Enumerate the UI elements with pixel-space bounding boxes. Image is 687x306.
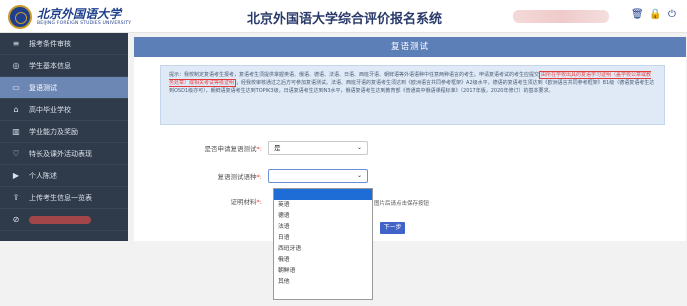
sidebar-item-activities[interactable]: ♡ 特长及课外活动表现 [0, 143, 128, 165]
user-icon: ◎ [12, 60, 20, 70]
redacted-label [29, 215, 91, 224]
trash-icon[interactable]: 🗑 [631, 9, 644, 21]
user-info-redacted [513, 10, 609, 23]
heart-icon: ♡ [12, 148, 20, 158]
graduation-cap-icon: ⌂ [13, 104, 19, 114]
notice-text-1: 提示：我校制定复语考生报考，复语考生须提供掌握英语、俄语、德语、法语、日语、西班… [169, 72, 540, 78]
chevron-down-icon: ⌄ [356, 172, 362, 179]
next-button[interactable]: 下一步 [380, 222, 405, 234]
sidebar-item-label: 特长及课外活动表现 [29, 149, 92, 158]
proof-material-label: 证明材料 [230, 198, 257, 206]
dropdown-option[interactable]: 朝鲜语 [274, 266, 372, 277]
sidebar-item-redacted[interactable]: ⊘ [0, 209, 128, 231]
check-circle-icon: ⊘ [12, 214, 20, 224]
top-header: 北京外国语大学 BEIJING FOREIGN STUDIES UNIVERSI… [0, 0, 687, 33]
dropdown-option[interactable]: 英语 [274, 200, 372, 211]
video-icon: ▶ [12, 170, 20, 180]
page-title: 复语测试 [134, 37, 686, 57]
sidebar-item-label: 学生基本信息 [29, 61, 71, 70]
power-icon[interactable]: ⏻ [667, 9, 677, 21]
notice-text-1-tail: ，经我校审核通过之后方可参加复语测试。 [236, 80, 332, 87]
proof-material-row: 证明材料*: [158, 196, 268, 206]
list-icon: ≡ [12, 38, 20, 48]
sidebar-item-upload-summary[interactable]: ⇪ 上传考生信息一览表 [0, 187, 128, 209]
sidebar-item-label: 报考条件审核 [29, 39, 71, 48]
sidebar-item-label: 学业能力及奖励 [29, 127, 78, 136]
sidebar-item-student-info[interactable]: ◎ 学生基本信息 [0, 55, 128, 77]
sidebar-item-label: 复语测试 [29, 83, 57, 92]
required-mark: *: [256, 198, 262, 206]
logo-chinese-name: 北京外国语大学 [37, 6, 122, 21]
sidebar-item-label: 高中毕业学校 [29, 105, 71, 114]
header-tools: 🗑 🔒 ⏻ [631, 9, 677, 21]
dropdown-option[interactable] [274, 189, 372, 200]
dropdown-option[interactable]: 俄语 [274, 255, 372, 266]
dropdown-option[interactable]: 其他 [274, 277, 372, 288]
apply-test-label: 是否申请复语测试 [204, 145, 257, 153]
apply-test-row: 是否申请复语测试*: 是 ⌄ [158, 141, 368, 155]
university-logo[interactable]: 北京外国语大学 BEIJING FOREIGN STUDIES UNIVERSI… [8, 5, 131, 29]
sidebar-item-dual-language-test[interactable]: ▭ 复语测试 [0, 77, 128, 99]
sidebar-item-personal-statement[interactable]: ▶ 个人陈述 [0, 165, 128, 187]
dropdown-option[interactable]: 日语 [274, 233, 372, 244]
apply-test-value: 是 [274, 144, 281, 152]
sidebar-item-label: 上传考生信息一览表 [29, 193, 92, 202]
lock-icon[interactable]: 🔒 [649, 9, 661, 21]
language-dropdown-list: 英语 德语 法语 日语 西班牙语 俄语 朝鲜语 其他 [273, 188, 373, 300]
logo-english-name: BEIJING FOREIGN STUDIES UNIVERSITY [37, 20, 132, 26]
main-panel: 复语测试 提示：我校制定复语考生报考，复语考生须提供掌握英语、俄语、德语、法语、… [134, 37, 686, 241]
dropdown-option[interactable]: 西班牙语 [274, 244, 372, 255]
apply-test-select[interactable]: 是 ⌄ [268, 141, 368, 155]
sidebar-item-academic-awards[interactable]: ▥ 学业能力及奖励 [0, 121, 128, 143]
sidebar-nav: ≡ 报考条件审核 ◎ 学生基本信息 ▭ 复语测试 ⌂ 高中毕业学校 ▥ 学业能力… [0, 33, 128, 241]
test-language-row: 复语测试语种*: ⌄ [158, 169, 368, 183]
upload-icon: ⇪ [12, 192, 20, 202]
book-icon: ▥ [12, 126, 20, 136]
logo-text: 北京外国语大学 BEIJING FOREIGN STUDIES UNIVERSI… [37, 6, 132, 27]
test-language-select[interactable]: ⌄ [268, 169, 368, 183]
university-seal-icon [8, 5, 32, 29]
upload-hint: 图片后请点击保存按钮 [374, 201, 430, 207]
sidebar-item-high-school[interactable]: ⌂ 高中毕业学校 [0, 99, 128, 121]
chevron-down-icon: ⌄ [356, 144, 362, 151]
required-mark: *: [256, 145, 262, 153]
dropdown-option[interactable]: 法语 [274, 222, 372, 233]
required-mark: *: [256, 173, 262, 181]
dropdown-option[interactable]: 德语 [274, 211, 372, 222]
system-title: 北京外国语大学综合评价报名系统 [247, 12, 443, 27]
sidebar-item-label: 个人陈述 [29, 171, 57, 180]
notice-box: 提示：我校制定复语考生报考，复语考生须提供掌握英语、俄语、德语、法语、日语、西班… [160, 65, 665, 125]
sidebar-item-eligibility-review[interactable]: ≡ 报考条件审核 [0, 33, 128, 55]
monitor-icon: ▭ [12, 82, 20, 92]
test-language-label: 复语测试语种 [217, 173, 257, 181]
